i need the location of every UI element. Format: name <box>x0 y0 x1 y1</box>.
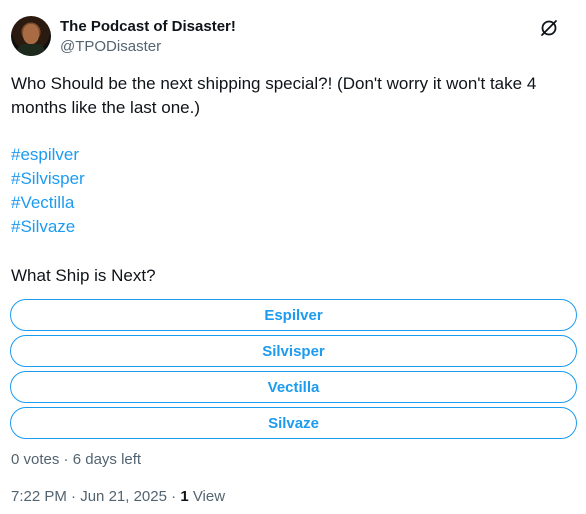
avatar-face <box>23 24 39 44</box>
tweet-header: The Podcast of Disaster! @TPODisaster <box>11 14 577 58</box>
avatar[interactable] <box>11 16 51 56</box>
separator: · <box>63 451 69 468</box>
poll-question: What Ship is Next? <box>11 266 156 285</box>
poll-option-button[interactable]: Vectilla <box>10 371 577 403</box>
hashtag-link[interactable]: #Silvisper <box>11 167 85 191</box>
separator: · <box>171 488 177 505</box>
poll-option-button[interactable]: Espilver <box>10 299 577 331</box>
separator: · <box>71 488 77 505</box>
poll-options: Espilver Silvisper Vectilla Silvaze <box>10 299 577 443</box>
poll-meta: 0 votes · 6 days left <box>11 451 141 468</box>
views-label: View <box>192 488 226 505</box>
tweet-time[interactable]: 7:22 PM <box>11 488 67 505</box>
poll-time-left: 6 days left <box>72 451 142 468</box>
hashtag-link[interactable]: #Silvaze <box>11 215 85 239</box>
poll-votes: 0 votes <box>11 451 60 468</box>
timestamp-row: 7:22 PM · Jun 21, 2025 · 1 View <box>11 488 225 505</box>
hashtag-link[interactable]: #Vectilla <box>11 191 85 215</box>
views-count: 1 <box>180 488 189 505</box>
poll-option-button[interactable]: Silvisper <box>10 335 577 367</box>
tweet-date[interactable]: Jun 21, 2025 <box>80 488 167 505</box>
hashtag-list: #espilver #Silvisper #Vectilla #Silvaze <box>11 143 85 239</box>
grok-icon[interactable] <box>539 18 559 38</box>
tweet-text: Who Should be the next shipping special?… <box>11 74 537 117</box>
avatar-shirt <box>17 44 45 56</box>
author-handle[interactable]: @TPODisaster <box>60 38 161 55</box>
author-name[interactable]: The Podcast of Disaster! <box>60 18 236 35</box>
hashtag-link[interactable]: #espilver <box>11 143 85 167</box>
poll-option-button[interactable]: Silvaze <box>10 407 577 439</box>
